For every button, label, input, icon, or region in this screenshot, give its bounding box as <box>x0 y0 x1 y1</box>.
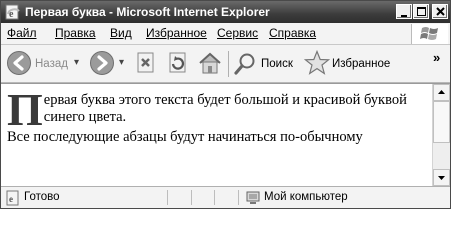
stop-button[interactable] <box>135 52 157 79</box>
menu-file-label: Файл <box>7 26 37 40</box>
menu-edit-label: Правка <box>55 26 96 40</box>
status-divider <box>214 190 215 205</box>
stop-icon <box>137 52 154 73</box>
paragraph-second: Все последующие абзацы будут начинаться … <box>7 129 363 145</box>
close-icon <box>436 7 445 16</box>
toolbar-separator <box>228 51 229 77</box>
home-button[interactable] <box>198 51 222 80</box>
back-arrow-icon <box>7 51 31 75</box>
document-body: Первая буква этого текста будет большой … <box>7 84 423 149</box>
vertical-scrollbar[interactable] <box>432 84 450 186</box>
windows-logo-icon <box>411 24 448 44</box>
status-text: Готово <box>24 191 60 203</box>
search-icon <box>234 53 255 75</box>
menu-favorites[interactable]: Избранное <box>146 26 207 40</box>
back-label: Назад <box>35 58 68 70</box>
search-button[interactable] <box>234 52 258 81</box>
status-divider <box>167 190 168 205</box>
favorites-button[interactable] <box>303 49 331 81</box>
window-title: Первая буква - Microsoft Internet Explor… <box>25 5 270 19</box>
back-button[interactable] <box>6 50 32 81</box>
favorites-star-icon <box>303 49 331 75</box>
refresh-button[interactable] <box>167 52 189 79</box>
page-content-area[interactable]: Первая буква этого текста будет большой … <box>1 83 450 186</box>
forward-arrow-icon <box>90 51 114 75</box>
computer-icon <box>245 190 261 208</box>
browser-window: e Первая буква - Microsoft Internet Expl… <box>0 0 451 209</box>
scroll-down-button[interactable] <box>433 169 450 186</box>
menu-tools-label: Сервис <box>217 26 259 40</box>
page-status-icon: e <box>5 190 21 208</box>
paragraph-first: Первая буква этого текста будет большой … <box>7 84 423 135</box>
title-bar[interactable]: e Первая буква - Microsoft Internet Expl… <box>1 1 450 23</box>
menu-edit[interactable]: Правка <box>55 26 96 40</box>
menu-view[interactable]: Вид <box>110 26 132 40</box>
dropcap-letter: П <box>7 84 43 135</box>
menu-view-label: Вид <box>110 26 132 40</box>
refresh-icon <box>169 52 186 73</box>
scroll-up-icon <box>438 90 445 94</box>
svg-text:e: e <box>9 194 13 204</box>
minimize-button[interactable] <box>396 4 412 19</box>
security-zone-text: Мой компьютер <box>264 191 348 203</box>
close-button[interactable] <box>432 4 448 19</box>
scroll-thumb[interactable] <box>433 101 450 143</box>
search-label: Поиск <box>261 58 293 70</box>
menu-tools[interactable]: Сервис <box>217 26 258 40</box>
ie-page-icon: e <box>5 4 21 20</box>
minimize-icon <box>401 15 407 17</box>
back-dropdown-icon[interactable]: ▾ <box>74 57 79 68</box>
maximize-icon <box>417 7 426 16</box>
toolbar-overflow-chevron[interactable]: » <box>433 50 440 65</box>
home-icon <box>199 52 221 74</box>
paragraph-first-text: ервая буква этого текста будет большой и… <box>43 92 407 125</box>
status-divider <box>191 190 192 205</box>
forward-dropdown-icon[interactable]: ▾ <box>119 57 124 68</box>
menu-help-label: Справка <box>269 26 317 40</box>
standard-toolbar: Назад ▾ ▾ Поиск Избранное » <box>1 45 450 83</box>
status-bar: e Готово Мой компьютер <box>1 186 450 208</box>
menu-help[interactable]: Справка <box>269 26 316 40</box>
favorites-label: Избранное <box>332 58 391 70</box>
status-divider <box>238 190 239 205</box>
menu-file[interactable]: Файл <box>7 26 37 40</box>
scroll-up-button[interactable] <box>433 84 450 101</box>
forward-button[interactable] <box>89 50 115 81</box>
menu-bar: Файл Правка Вид Избранное Сервис Справка <box>1 23 450 45</box>
scroll-down-icon <box>438 176 445 180</box>
maximize-button[interactable] <box>413 4 429 19</box>
menu-favorites-label: Избранное <box>146 26 207 40</box>
svg-text:e: e <box>9 9 14 20</box>
